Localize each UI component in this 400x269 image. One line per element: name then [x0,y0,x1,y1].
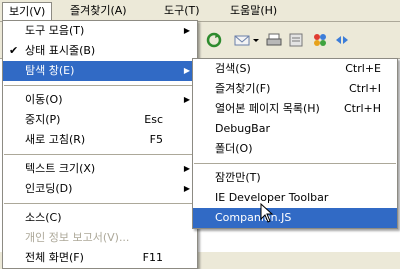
menu-item-encoding[interactable]: 인코딩(D) ▶ [3,179,197,199]
menu-item-ie-developer-toolbar[interactable]: IE Developer Toolbar [193,188,397,208]
menu-item-label: 텍스트 크기(X) [25,162,96,175]
edit-icon[interactable] [288,32,304,48]
submenu-arrow-icon: ▶ [183,95,190,104]
shortcut-label: F5 [149,133,163,146]
menu-item-history[interactable]: 열어본 페이지 목록(H) Ctrl+H [193,99,397,119]
explorer-bar-submenu: 검색(S) Ctrl+E 즐겨찾기(F) Ctrl+I 열어본 페이지 목록(H… [192,58,398,229]
menu-item-privacy-report: 개인 정보 보고서(V)... [3,228,197,248]
shortcut-label: F11 [142,251,163,264]
messenger-icon[interactable] [312,32,328,48]
menu-separator [194,163,396,164]
menu-item-favorites[interactable]: 즐겨찾기(F) Ctrl+I [193,79,397,99]
shortcut-label: Esc [144,113,163,126]
menu-item-label: 이동(O) [25,93,63,106]
shortcut-label: Ctrl+H [343,102,381,115]
menu-item-label: 도구 모음(T) [25,24,85,37]
submenu-arrow-icon: ▶ [183,66,190,75]
menu-item-label: 개인 정보 보고서(V)... [25,231,130,244]
menu-item-folders[interactable]: 폴더(O) [193,139,397,159]
shortcut-label: Ctrl+I [348,82,381,95]
submenu-arrow-icon: ▶ [183,164,190,173]
menu-item-label: 새로 고침(R) [25,133,86,146]
menu-item-full-screen[interactable]: 전체 화면(F) F11 [3,248,197,268]
menu-favorites[interactable]: 즐겨찾기(A) [64,2,133,19]
submenu-arrow-icon: ▶ [183,26,190,35]
menu-item-label: 잠깐만(T) [215,171,261,184]
menu-bar: 보기(V) 즐겨찾기(A) 도구(T) 도움말(H) [0,0,400,22]
menu-separator [4,154,196,155]
menu-item-label: 열어본 페이지 목록(H) [215,102,320,115]
menu-item-search[interactable]: 검색(S) Ctrl+E [193,59,397,79]
media-icon[interactable] [334,32,350,48]
menu-item-refresh[interactable]: 새로 고침(R) F5 [3,130,197,150]
menu-help[interactable]: 도움말(H) [224,2,283,19]
menu-item-source[interactable]: 소스(C) [3,208,197,228]
refresh-icon[interactable] [206,32,222,48]
menu-item-toolbars[interactable]: 도구 모음(T) ▶ [3,21,197,41]
menu-item-stop[interactable]: 중지(P) Esc [3,110,197,130]
mouse-cursor-icon [260,203,274,223]
menu-item-label: 인코딩(D) [25,182,73,195]
menu-item-label: 즐겨찾기(F) [215,82,271,95]
print-icon[interactable] [266,32,282,48]
menu-item-label: 탐색 창(E) [25,64,75,77]
menu-item-label: 중지(P) [25,113,61,126]
menu-separator [4,85,196,86]
menu-item-go-to[interactable]: 이동(O) ▶ [3,90,197,110]
menu-item-label: 폴더(O) [215,142,253,155]
menu-item-label: 전체 화면(F) [25,251,84,264]
menu-item-status-bar[interactable]: ✔ 상태 표시줄(B) [3,41,197,61]
menu-tools[interactable]: 도구(T) [158,2,206,19]
menu-separator [4,203,196,204]
menu-item-text-size[interactable]: 텍스트 크기(X) ▶ [3,159,197,179]
menu-item-label: Companion.JS [215,211,292,224]
view-menu: 도구 모음(T) ▶ ✔ 상태 표시줄(B) 탐색 창(E) ▶ 이동(O) ▶… [2,20,198,269]
menu-item-explorer-bar[interactable]: 탐색 창(E) ▶ [3,61,197,81]
menu-item-label: 소스(C) [25,211,62,224]
shortcut-label: Ctrl+E [345,62,381,75]
menu-item-debugbar[interactable]: DebugBar [193,119,397,139]
menu-view[interactable]: 보기(V) [2,2,53,21]
menu-item-label: 검색(S) [215,62,251,75]
menu-item-label: DebugBar [215,122,270,135]
menu-item-label: 상태 표시줄(B) [25,44,96,57]
menu-item-companion-js[interactable]: Companion.JS [193,208,397,228]
menu-item-tip-of-the-day[interactable]: 잠깐만(T) [193,168,397,188]
chevron-down-icon[interactable] [252,32,260,48]
submenu-arrow-icon: ▶ [183,184,190,193]
checkmark-icon: ✔ [9,44,19,57]
mail-icon[interactable] [234,32,250,48]
